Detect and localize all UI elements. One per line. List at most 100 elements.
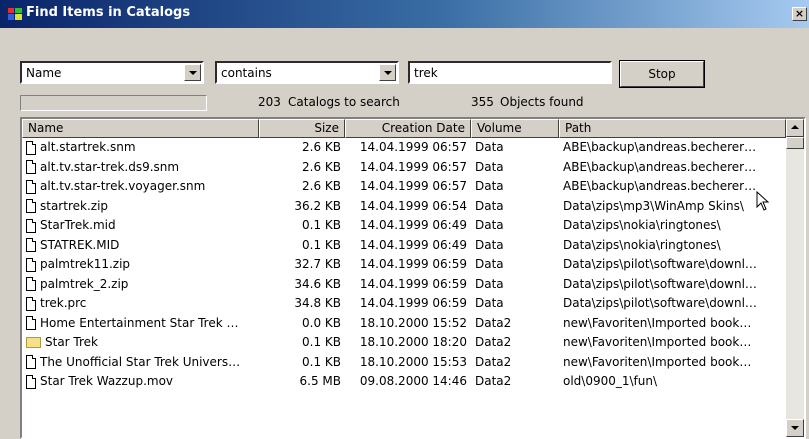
cell-name-text: STATREK.MID [40,237,120,252]
cell-volume: Data [475,140,504,154]
field-select[interactable]: Name [20,61,204,84]
catalogs-label: Catalogs to search [288,95,400,109]
cell-name: startrek.zip [22,197,259,217]
condition-select-value: contains [221,66,272,80]
cell-name: alt.tv.star-trek.ds9.snm [22,158,259,178]
cell-name: alt.startrek.snm [22,138,259,158]
cell-volume: Data2 [475,315,512,330]
file-icon [26,296,36,311]
cell-size: 34.8 KB [294,296,341,310]
cell-name: The Unofficial Star Trek Univers… [22,353,259,373]
cell-path: Data\zips\nokia\ringtones\ [563,237,721,252]
cell-path: old\0900_1\fun\ [563,374,658,388]
table-row[interactable]: Star Trek 0.1 KB 18.10.2000 18:20 Data2 new\… [22,333,786,353]
folder-icon [26,337,41,349]
file-icon [26,257,36,272]
cell-size: 0.1 KB [302,335,341,349]
cell-name-text: alt.startrek.snm [40,140,136,155]
table-row[interactable]: alt.startrek.snm 2.6 KB 14.04.1999 06:57 Da… [22,138,786,158]
table-row[interactable]: startrek.zip 36.2 KB 14.04.1999 06:54 Data D… [22,197,786,217]
table-row[interactable]: alt.tv.star-trek.voyager.snm 2.6 KB 14.04.… [22,177,786,197]
objects-count: 355 [471,95,494,109]
cell-size: 0.0 KB [302,315,341,330]
cell-creation-date: 14.04.1999 06:57 [359,159,467,174]
cell-name-text: startrek.zip [40,198,109,213]
cell-path: ABE\backup\andreas.becherer… [563,159,757,174]
cell-size: 6.5 MB [299,374,341,388]
table-row[interactable]: The Unofficial Star Trek Univers… 0.1 KB 1… [22,353,786,373]
cell-creation-date: 14.04.1999 06:59 [359,296,467,310]
file-icon [26,316,36,331]
table-row[interactable]: Home Entertainment Star Trek … 0.0 KB 18.1… [22,314,786,334]
cell-name-text: trek.prc [40,296,87,311]
cell-path: new\Favoriten\Imported book… [563,335,752,349]
cell-creation-date: 14.04.1999 06:59 [359,257,467,271]
window-title: Find Items in Catalogs [26,5,191,20]
scroll-thumb[interactable] [786,137,804,149]
cell-name: trek.prc [22,294,259,314]
cell-creation-date: 14.04.1999 06:49 [359,218,467,232]
cell-volume: Data2 [475,354,512,369]
cell-name-text: alt.tv.star-trek.ds9.snm [40,159,180,174]
table-row[interactable]: palmtrek11.zip 32.7 KB 14.04.1999 06:59 Dat… [22,255,786,275]
results-rows: alt.startrek.snm 2.6 KB 14.04.1999 06:57 Da… [22,138,786,392]
close-button[interactable]: × [792,7,807,21]
cell-creation-date: 14.04.1999 06:57 [359,179,467,193]
column-header-name[interactable]: Name [22,119,259,138]
table-row[interactable]: trek.prc 34.8 KB 14.04.1999 06:59 Data Data\… [22,294,786,314]
cell-volume: Data2 [475,374,512,388]
cell-creation-date: 14.04.1999 06:59 [359,276,467,291]
cell-volume: Data [475,276,504,291]
search-input[interactable]: trek [408,61,612,84]
scroll-up-icon[interactable] [786,119,804,137]
cell-volume: Data [475,179,504,193]
cell-size: 0.1 KB [302,218,341,232]
cell-size: 34.6 KB [294,276,341,291]
cell-size: 2.6 KB [302,179,341,193]
cell-creation-date: 14.04.1999 06:49 [359,237,467,252]
cell-name-text: The Unofficial Star Trek Univers… [40,354,241,369]
vertical-scrollbar[interactable] [786,119,804,437]
cell-name-text: Home Entertainment Star Trek … [40,315,239,330]
cell-name-text: StarTrek.mid [40,218,116,233]
file-icon [26,179,36,194]
cell-size: 36.2 KB [294,198,341,213]
title-bar: Find Items in Catalogs × [0,0,809,28]
chevron-down-icon[interactable] [379,64,396,81]
cell-volume: Data [475,198,504,213]
column-header-creation-date[interactable]: Creation Date [345,119,471,138]
chevron-down-icon[interactable] [184,64,201,81]
condition-select[interactable]: contains [215,61,399,84]
cell-name: StarTrek.mid [22,216,259,236]
cell-name: Home Entertainment Star Trek … [22,314,259,334]
cell-size: 2.6 KB [302,140,341,154]
cell-name: palmtrek11.zip [22,255,259,275]
catalogs-count: 203 [258,95,281,109]
scroll-down-icon[interactable] [786,419,804,437]
column-header-size[interactable]: Size [259,119,345,138]
search-input-value: trek [414,66,438,80]
cell-size: 0.1 KB [302,237,341,252]
progress-bar [20,95,207,111]
cell-creation-date: 18.10.2000 15:52 [359,315,467,330]
cell-path: Data\zips\nokia\ringtones\ [563,218,721,232]
file-icon [26,218,36,233]
file-icon [26,374,36,389]
column-header-volume[interactable]: Volume [471,119,559,138]
table-row[interactable]: palmtrek_2.zip 34.6 KB 14.04.1999 06:59 Dat… [22,275,786,295]
cell-volume: Data [475,296,504,310]
cell-name-text: palmtrek_2.zip [40,276,129,291]
objects-label: Objects found [500,95,584,109]
file-icon [26,238,36,253]
table-row[interactable]: Star Trek Wazzup.mov 6.5 MB 09.08.2000 14:… [22,372,786,392]
column-header-path[interactable]: Path [559,119,786,138]
table-row[interactable]: STATREK.MID 0.1 KB 14.04.1999 06:49 Data Dat… [22,236,786,256]
file-icon [26,140,36,155]
table-row[interactable]: alt.tv.star-trek.ds9.snm 2.6 KB 14.04.1999… [22,158,786,178]
cell-volume: Data2 [475,335,512,349]
cell-creation-date: 14.04.1999 06:57 [359,140,467,154]
file-icon [26,160,36,175]
cell-path: new\Favoriten\Imported book… [563,315,752,330]
stop-button[interactable]: Stop [619,60,705,88]
table-row[interactable]: StarTrek.mid 0.1 KB 14.04.1999 06:49 Data Da… [22,216,786,236]
